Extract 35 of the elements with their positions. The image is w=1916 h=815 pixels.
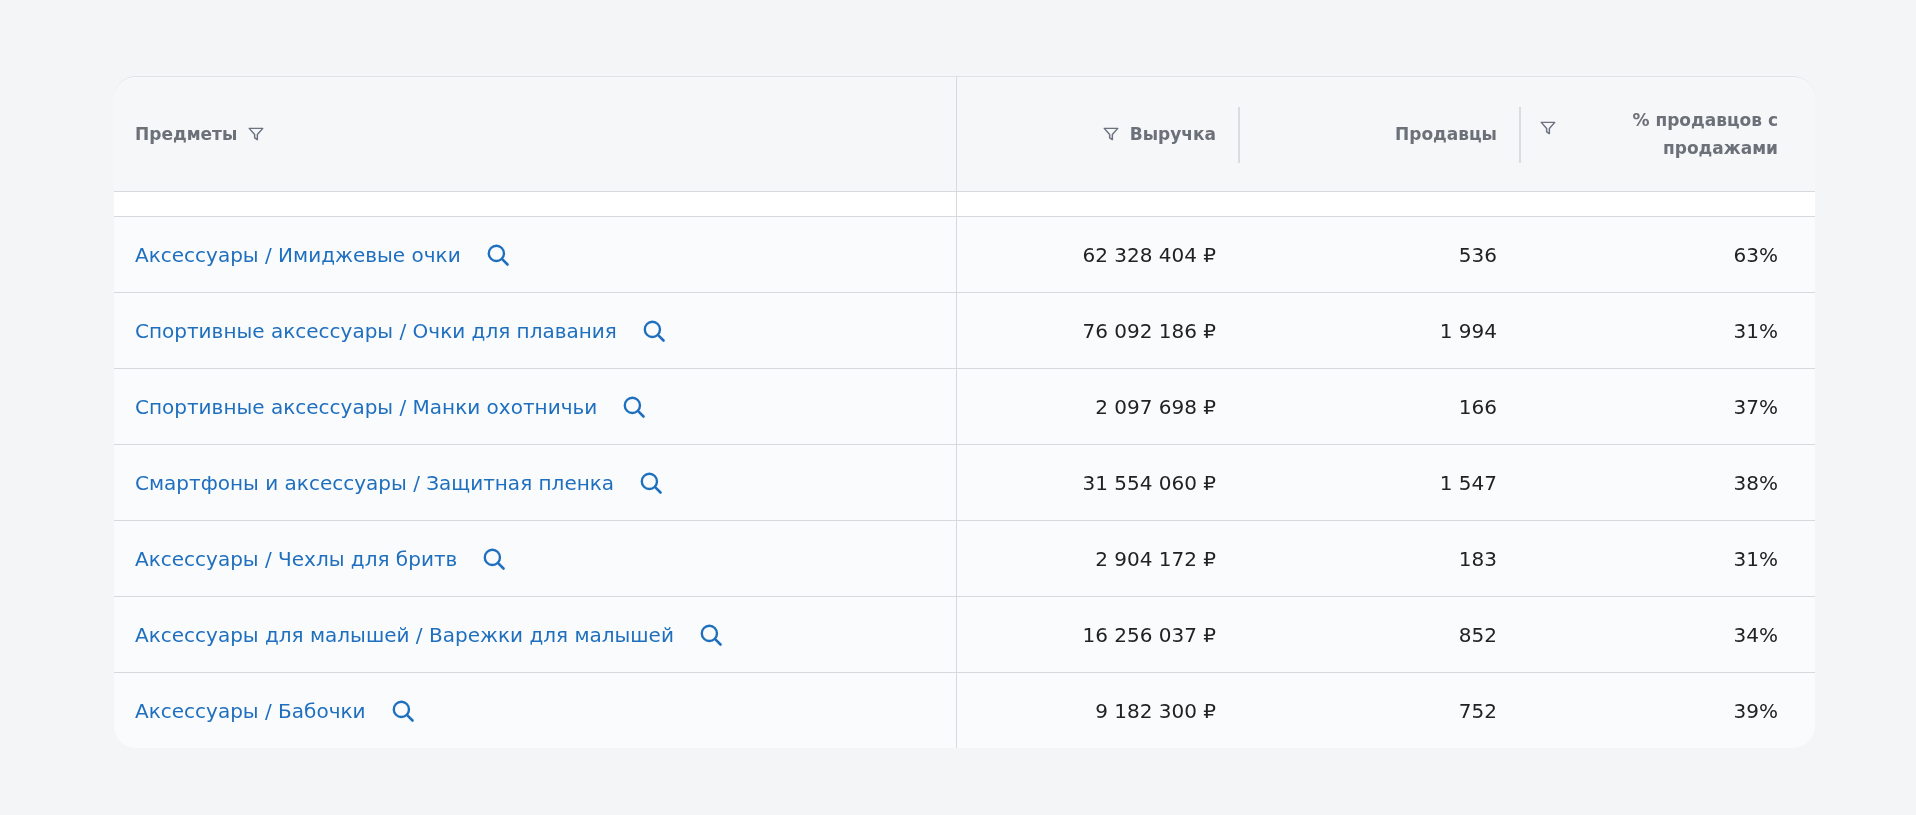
- percent-value: 37%: [1733, 394, 1778, 419]
- subject-link[interactable]: Аксессуары / Чехлы для бритв: [135, 546, 458, 571]
- sellers-count: 536: [1458, 242, 1497, 267]
- percent-value: 34%: [1733, 622, 1778, 647]
- percent-value: 31%: [1733, 546, 1778, 571]
- sellers-count: 166: [1458, 394, 1497, 419]
- column-header: % продавцов с продажами: [1631, 109, 1778, 160]
- subject-link[interactable]: Аксессуары / Бабочки: [135, 698, 366, 723]
- sellers-count: 752: [1458, 698, 1497, 723]
- column-header: Продавцы: [1395, 124, 1497, 144]
- percent-value: 39%: [1733, 698, 1778, 723]
- sellers-count: 1 994: [1439, 318, 1497, 343]
- percent-value: 38%: [1733, 470, 1778, 495]
- revenue-value: 2 904 172 ₽: [1095, 546, 1216, 571]
- revenue-value: 16 256 037 ₽: [1082, 622, 1216, 647]
- revenue-value: 31 554 060 ₽: [1082, 470, 1216, 495]
- subject-link[interactable]: Аксессуары / Имиджевые очки: [135, 242, 461, 267]
- percent-value: 31%: [1733, 318, 1778, 343]
- subject-link[interactable]: Спортивные аксессуары / Манки охотничьи: [135, 394, 598, 419]
- sellers-count: 1 547: [1439, 470, 1497, 495]
- subject-link[interactable]: Смартфоны и аксессуары / Защитная пленка: [135, 470, 615, 495]
- revenue-value: 76 092 186 ₽: [1082, 318, 1216, 343]
- filter-icon[interactable]: [1539, 119, 1557, 137]
- column-header: Предметы: [135, 124, 238, 144]
- sellers-count: 852: [1458, 622, 1497, 647]
- revenue-value: 9 182 300 ₽: [1095, 698, 1216, 723]
- percent-value: 63%: [1733, 242, 1778, 267]
- revenue-value: 2 097 698 ₽: [1095, 394, 1216, 419]
- filter-icon[interactable]: [247, 125, 266, 143]
- filter-icon[interactable]: [1101, 125, 1120, 143]
- subject-link[interactable]: Спортивные аксессуары / Очки для плавания: [135, 318, 617, 343]
- column-header: Выручка: [1129, 124, 1216, 144]
- sellers-count: 183: [1458, 546, 1497, 571]
- revenue-value: 62 328 404 ₽: [1082, 242, 1216, 267]
- subject-link[interactable]: Аксессуары для малышей / Варежки для малышей: [135, 622, 674, 647]
